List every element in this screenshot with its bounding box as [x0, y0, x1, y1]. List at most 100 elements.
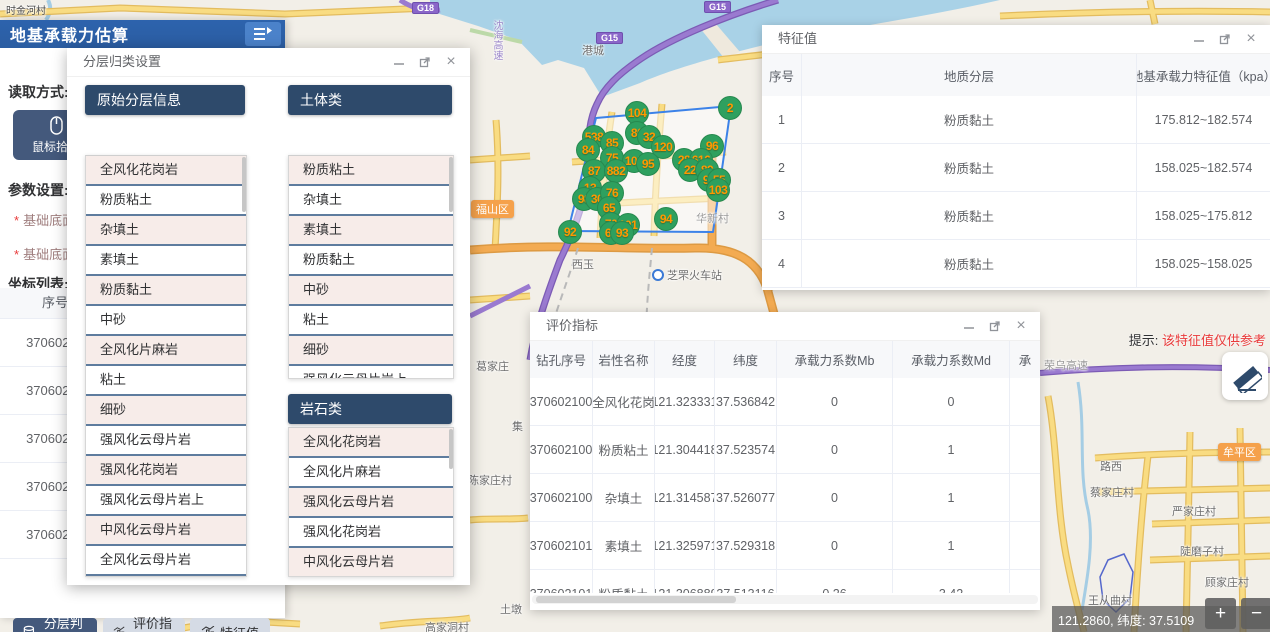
scrollbar-track[interactable] — [532, 595, 1038, 604]
borehole-marker[interactable]: 92 — [558, 220, 582, 244]
minimize-icon[interactable] — [962, 319, 976, 333]
rock-class-list: 全风化花岗岩全风化片麻岩强风化云母片岩强风化花岗岩中风化云母片岩 — [288, 427, 454, 577]
original-layers-header: 原始分层信息 — [85, 85, 245, 115]
rock-item[interactable]: 全风化花岗岩 — [289, 428, 453, 458]
table-row: 370602100 全风化花岗 121.323331 37.536842 0 0 — [530, 378, 1040, 426]
soil-item[interactable]: 强风化云母片岩上 — [289, 366, 453, 379]
eigen-value-button[interactable]: 特征值 — [190, 618, 270, 632]
map-label: 时金河村 — [6, 2, 46, 17]
evaluation-titlebar: 评价指标 × — [530, 312, 1040, 341]
soil-item[interactable]: 粘土 — [289, 306, 453, 336]
map-label: 福山区 — [471, 200, 514, 218]
soil-item[interactable]: 粉质粘土 — [289, 156, 453, 186]
table-row: 370602100 粉质粘土 121.304418 37.523574 0 1 — [530, 426, 1040, 474]
menu-button[interactable] — [245, 22, 281, 46]
scrollbar-thumb[interactable] — [449, 429, 453, 469]
map-label: G15 — [704, 1, 731, 13]
app-title: 地基承载力估算 — [10, 22, 245, 46]
layer-item[interactable]: 粉质黏土 — [86, 276, 246, 306]
soil-class-header: 土体类 — [288, 85, 452, 115]
database-icon — [23, 625, 35, 632]
map-label: 顾家庄村 — [1205, 574, 1249, 590]
eval-index-button[interactable]: 评价指标 — [103, 618, 185, 632]
evaluation-table-body: 370602100 全风化花岗 121.323331 37.536842 0 0… — [530, 378, 1040, 610]
close-icon[interactable]: × — [444, 55, 458, 69]
soil-item[interactable]: 细砂 — [289, 336, 453, 366]
hint-warning: 该特征值仅供参考 — [1162, 333, 1266, 348]
required-asterisk: * — [14, 247, 19, 262]
close-icon[interactable]: × — [1014, 319, 1028, 333]
param-item: *基础底面 — [14, 244, 75, 263]
eigenvalue-table-body: 1 粉质黏土 175.812~182.574 2 粉质黏土 158.025~18… — [762, 96, 1270, 288]
scrollbar-thumb[interactable] — [449, 157, 453, 212]
borehole-marker[interactable]: 93 — [610, 221, 634, 245]
soil-item[interactable]: 杂填土 — [289, 186, 453, 216]
minimize-icon[interactable] — [1192, 32, 1206, 46]
soil-item[interactable]: 素填土 — [289, 216, 453, 246]
layer-item[interactable]: 素填土 — [86, 246, 246, 276]
rock-item[interactable]: 全风化片麻岩 — [289, 458, 453, 488]
table-row: 1 粉质黏土 175.812~182.574 — [762, 96, 1270, 144]
original-layers-list: 全风化花岗岩粉质粘土杂填土素填土粉质黏土中砂全风化片麻岩粘土细砂强风化云母片岩强… — [85, 155, 247, 577]
layer-item[interactable]: 粉质粘土 — [86, 186, 246, 216]
chart-icon — [113, 626, 125, 632]
layer-item[interactable]: 全风化云母片岩 — [86, 546, 246, 576]
app-titlebar: 地基承载力估算 — [0, 20, 285, 48]
rock-item[interactable]: 强风化云母片岩 — [289, 488, 453, 518]
map-label: 陈家庄村 — [468, 472, 512, 488]
layer-item[interactable]: 强风化花岗岩 — [86, 456, 246, 486]
map-label: 港城 — [582, 42, 604, 58]
map-label: G15 — [596, 32, 623, 44]
zoom-out-button[interactable]: − — [1241, 598, 1270, 629]
scrollbar-thumb[interactable] — [536, 596, 736, 603]
layer-item[interactable]: 粘土 — [86, 366, 246, 396]
borehole-marker[interactable]: 103 — [706, 178, 730, 202]
layer-item[interactable]: 细砂 — [86, 396, 246, 426]
zoom-in-button[interactable]: + — [1205, 598, 1236, 629]
map-label: 牟平区 — [1218, 443, 1261, 461]
table-row: 3 粉质黏土 158.025~175.812 — [762, 192, 1270, 240]
rock-item[interactable]: 中风化云母片岩 — [289, 548, 453, 577]
map-label: 沈海高速 — [489, 20, 504, 60]
rock-class-header: 岩石类 — [288, 394, 452, 424]
map-label: 蔡家庄村 — [1090, 484, 1134, 500]
read-mode-label: 读取方式: — [8, 82, 69, 102]
borehole-marker[interactable]: 94 — [654, 207, 678, 231]
eigenvalue-panel: 特征值 × 序号 地质分层 地基承载力特征值（kpa） 1 粉质黏土 175.8… — [762, 25, 1270, 290]
borehole-marker[interactable]: 2 — [718, 96, 742, 120]
soil-item[interactable]: 粉质黏土 — [289, 246, 453, 276]
layer-item[interactable]: 全风化片麻岩 — [86, 336, 246, 366]
layer-item[interactable]: 杂填土 — [86, 216, 246, 246]
scrollbar-thumb[interactable] — [242, 157, 246, 212]
map-label: 华新村 — [696, 210, 729, 226]
close-icon[interactable]: × — [1244, 32, 1258, 46]
layer-item[interactable]: 强风化云母片岩 — [86, 426, 246, 456]
borehole-marker[interactable]: 95 — [636, 152, 660, 176]
maximize-icon[interactable] — [988, 319, 1002, 333]
map-label: G18 — [412, 2, 439, 14]
menu-icon — [253, 27, 273, 41]
layer-item[interactable]: 中砂 — [86, 306, 246, 336]
map-label: 严家庄村 — [1172, 503, 1216, 519]
maximize-icon[interactable] — [418, 55, 432, 69]
map-label: 葛家庄 — [476, 358, 509, 374]
layer-item[interactable]: 全风化花岗岩 — [86, 156, 246, 186]
eigenvalue-table-header: 序号 地质分层 地基承载力特征值（kpa） — [762, 54, 1270, 96]
maximize-icon[interactable] — [1218, 32, 1232, 46]
horizontal-scrollbar — [530, 593, 1040, 610]
chart-icon — [201, 626, 215, 632]
map-label: 西玉 — [572, 256, 594, 272]
application-window: 时金河村港城G18G15G15沈海高速福山区西玉芝罘火车站华新村葛家庄集陈家庄村… — [0, 0, 1270, 632]
layer-item[interactable]: 中风化云母片岩 — [86, 516, 246, 546]
soil-item[interactable]: 中砂 — [289, 276, 453, 306]
eraser-button[interactable] — [1222, 352, 1268, 400]
required-asterisk: * — [14, 213, 19, 228]
bottom-toolbar: 分层判断 评价指标 — [0, 618, 285, 632]
layer-judge-button[interactable]: 分层判断 — [13, 618, 97, 632]
layer-item[interactable]: 强风化云母片岩上 — [86, 486, 246, 516]
soil-class-list: 粉质粘土杂填土素填土粉质黏土中砂粘土细砂强风化云母片岩上 — [288, 155, 454, 379]
rock-item[interactable]: 强风化花岗岩 — [289, 518, 453, 548]
map-label: 路西 — [1100, 458, 1122, 474]
borehole-marker[interactable]: 882 — [604, 159, 628, 183]
minimize-icon[interactable] — [392, 55, 406, 69]
